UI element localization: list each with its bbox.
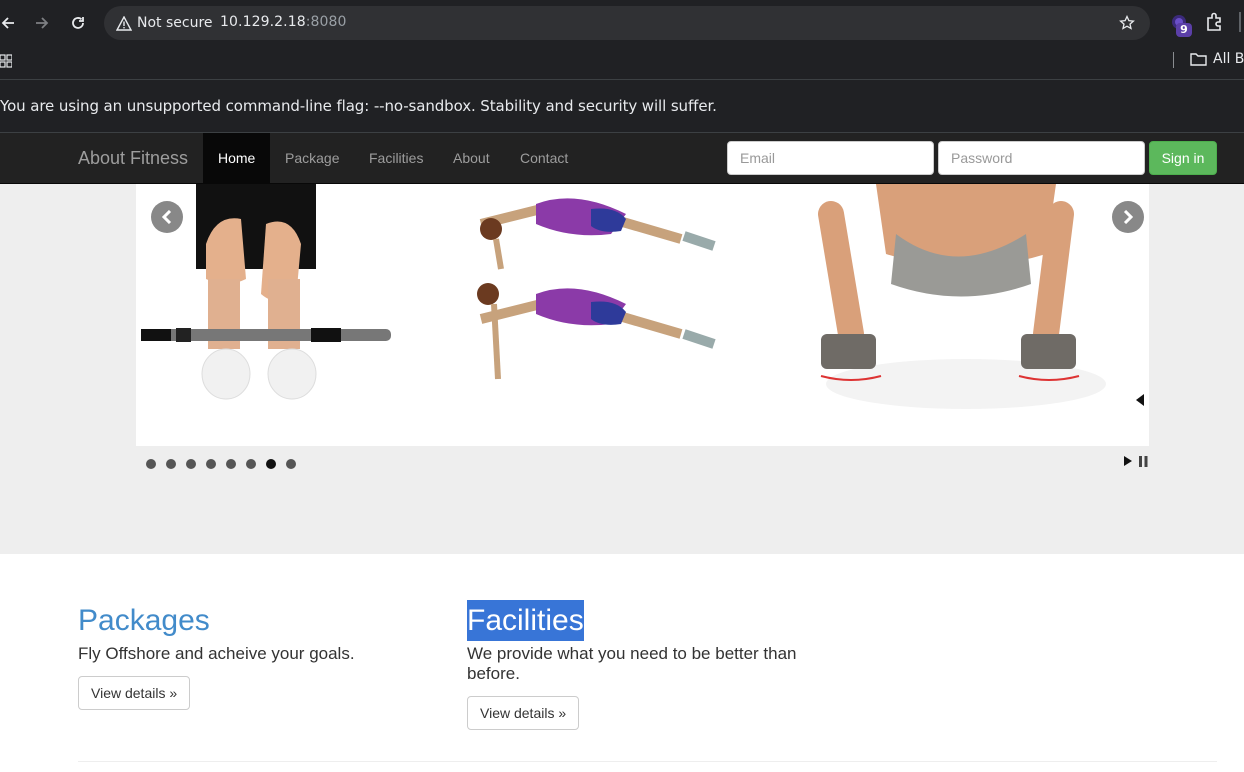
carousel-playback-controls [1123, 455, 1148, 467]
url-port: :8080 [305, 14, 347, 30]
carousel-dot[interactable] [286, 459, 296, 469]
password-input[interactable]: Password [938, 141, 1145, 175]
facilities-text: We provide what you need to be better th… [467, 644, 797, 683]
pushup-women-illustration [477, 198, 716, 380]
carousel-prev-button[interactable] [151, 201, 183, 233]
warning-icon [116, 15, 132, 31]
divider [78, 761, 1217, 762]
security-label: Not secure [137, 15, 213, 31]
security-chip[interactable]: Not secure [112, 10, 219, 36]
packages-section: Packages Fly Offshore and acheive your g… [78, 600, 448, 710]
folder-icon [1190, 52, 1207, 66]
infobar-text: You are using an unsupported command-lin… [0, 97, 717, 115]
email-input[interactable]: Email [727, 141, 934, 175]
carousel-dot[interactable] [146, 459, 156, 469]
toolbar-divider [1239, 12, 1241, 32]
carousel-dot[interactable] [166, 459, 176, 469]
url-text[interactable]: 10.129.2.18:8080 [220, 14, 347, 30]
chevron-left-icon [161, 210, 172, 224]
brand-link[interactable]: About Fitness [78, 148, 188, 169]
nav-item-home[interactable]: Home [203, 133, 271, 183]
nav-item-facilities[interactable]: Facilities [354, 133, 438, 183]
pause-icon[interactable] [1139, 455, 1148, 467]
bookmark-star-icon[interactable] [1116, 12, 1138, 34]
bookmarks-bar: All B [0, 44, 1244, 80]
carousel-slide [136, 184, 1149, 446]
nav-item-contact[interactable]: Contact [505, 133, 583, 183]
carousel-dot[interactable] [226, 459, 236, 469]
facilities-heading: Facilities [467, 600, 584, 641]
packages-text: Fly Offshore and acheive your goals. [78, 644, 355, 663]
packages-heading: Packages [78, 604, 210, 637]
sign-in-button[interactable]: Sign in [1149, 141, 1217, 175]
chevron-right-icon [1123, 210, 1134, 224]
all-bookmarks-label: All B [1213, 51, 1244, 67]
hero-section [0, 184, 1244, 554]
back-icon[interactable] [0, 11, 20, 35]
nav-item-about[interactable]: About [438, 133, 505, 183]
nav-item-package[interactable]: Package [270, 133, 354, 183]
apps-grid-icon[interactable] [0, 54, 12, 68]
sandbox-warning-infobar: You are using an unsupported command-lin… [0, 80, 1244, 133]
all-bookmarks-button[interactable]: All B [1190, 51, 1244, 67]
packages-view-details-button[interactable]: View details » [78, 676, 191, 710]
facilities-view-details-button[interactable]: View details » [467, 696, 580, 730]
pushup-man-illustration [818, 184, 1144, 409]
extension-badge: 9 [1176, 23, 1192, 37]
url-host: 10.129.2.18 [220, 14, 306, 30]
exercise-image [141, 184, 1144, 409]
address-bar[interactable]: Not secure 10.129.2.18:8080 [104, 6, 1150, 40]
forward-icon[interactable] [30, 11, 54, 35]
carousel-dot-active[interactable] [266, 459, 276, 469]
carousel-dot[interactable] [246, 459, 256, 469]
browser-chrome: Not secure 10.129.2.18:8080 9 All B [0, 0, 1244, 80]
carousel-dots [146, 459, 296, 469]
carousel-next-button[interactable] [1112, 201, 1144, 233]
extensions-puzzle-icon[interactable] [1204, 11, 1226, 33]
reload-icon[interactable] [66, 11, 90, 35]
bookmarks-separator [1173, 52, 1174, 68]
play-icon[interactable] [1123, 455, 1133, 467]
carousel-dot[interactable] [206, 459, 216, 469]
carousel-dot[interactable] [186, 459, 196, 469]
facilities-section: Facilities We provide what you need to b… [467, 600, 837, 730]
site-navbar: About Fitness Home Package Facilities Ab… [0, 133, 1244, 184]
